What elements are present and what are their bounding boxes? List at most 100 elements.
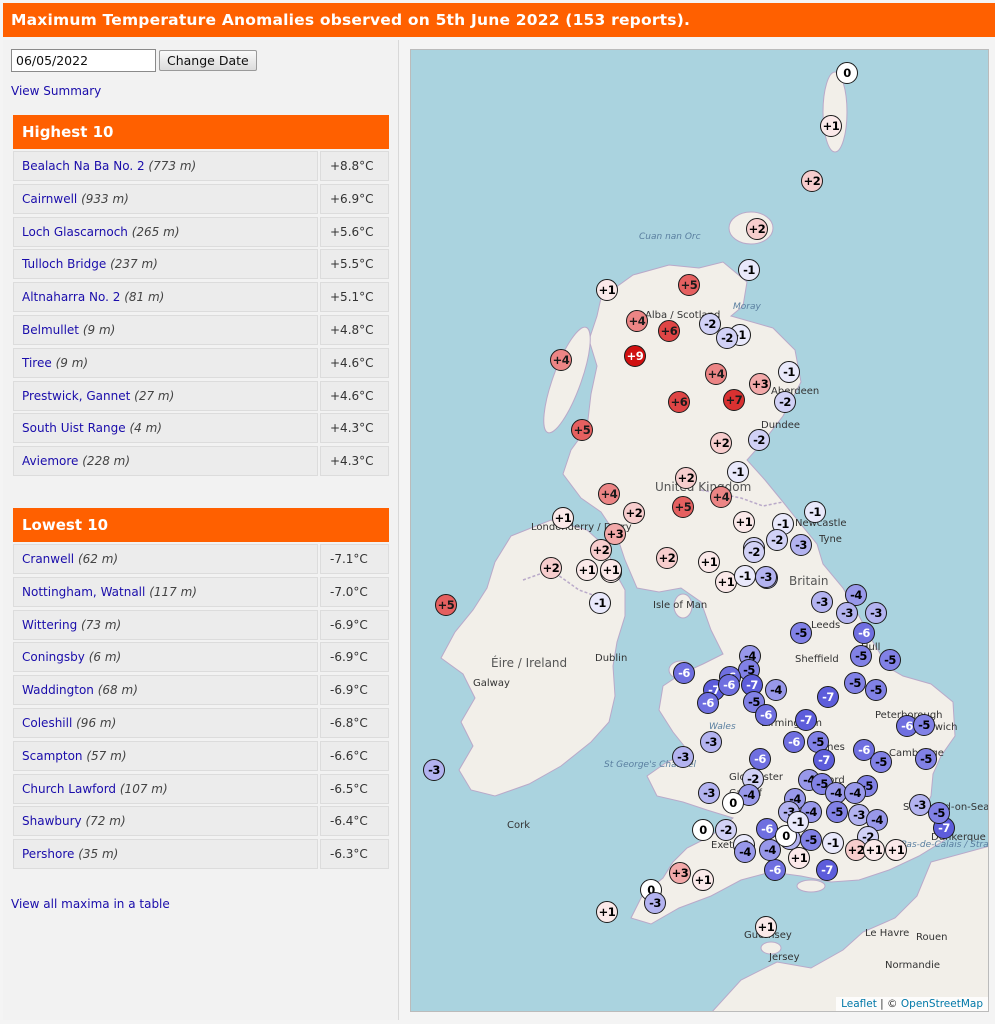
anomaly-marker[interactable]: -5 <box>800 829 822 851</box>
anomaly-marker[interactable]: -7 <box>795 709 817 731</box>
station-name[interactable]: Prestwick, Gannet <box>22 389 130 403</box>
station-name[interactable]: Coningsby <box>22 650 85 664</box>
station-name[interactable]: Belmullet <box>22 323 79 337</box>
anomaly-marker[interactable]: +3 <box>669 862 691 884</box>
station-name[interactable]: Altnaharra No. 2 <box>22 290 120 304</box>
anomaly-marker[interactable]: -5 <box>915 748 937 770</box>
station-name[interactable]: South Uist Range <box>22 421 126 435</box>
station-cell[interactable]: Cranwell (62 m) <box>13 544 318 574</box>
anomaly-marker[interactable]: +1 <box>596 279 618 301</box>
anomaly-marker[interactable]: +5 <box>678 274 700 296</box>
anomaly-marker[interactable]: +2 <box>710 432 732 454</box>
anomaly-marker[interactable]: +2 <box>746 218 768 240</box>
view-all-maxima-link[interactable]: View all maxima in a table <box>11 897 170 911</box>
station-name[interactable]: Scampton <box>22 749 83 763</box>
anomaly-marker[interactable]: -6 <box>783 731 805 753</box>
anomaly-marker[interactable]: -3 <box>811 591 833 613</box>
anomaly-marker[interactable]: +5 <box>435 594 457 616</box>
anomaly-marker[interactable]: -3 <box>865 602 887 624</box>
anomaly-marker[interactable]: -5 <box>826 801 848 823</box>
openstreetmap-link[interactable]: OpenStreetMap <box>901 998 983 1010</box>
station-cell[interactable]: Loch Glascarnoch (265 m) <box>13 216 318 247</box>
anomaly-marker[interactable]: -4 <box>765 679 787 701</box>
station-name[interactable]: Wittering <box>22 618 77 632</box>
anomaly-marker[interactable]: +4 <box>550 349 572 371</box>
anomaly-marker[interactable]: +1 <box>576 559 598 581</box>
anomaly-marker[interactable]: -4 <box>734 841 756 863</box>
anomaly-marker[interactable]: +1 <box>863 839 885 861</box>
anomaly-marker[interactable]: -7 <box>817 686 839 708</box>
station-cell[interactable]: Belmullet (9 m) <box>13 314 318 345</box>
station-name[interactable]: Bealach Na Ba No. 2 <box>22 159 145 173</box>
map[interactable]: Aberdeen Dundee United Kingdom Newcastle Tyn… <box>410 49 989 1012</box>
station-cell[interactable]: Altnaharra No. 2 (81 m) <box>13 282 318 313</box>
anomaly-marker[interactable]: -1 <box>822 832 844 854</box>
station-cell[interactable]: South Uist Range (4 m) <box>13 413 318 444</box>
anomaly-marker[interactable]: +1 <box>885 839 907 861</box>
station-cell[interactable]: Aviemore (228 m) <box>13 446 318 477</box>
station-name[interactable]: Tiree <box>22 356 52 370</box>
anomaly-marker[interactable]: -6 <box>853 622 875 644</box>
station-cell[interactable]: Wittering (73 m) <box>13 609 318 640</box>
station-cell[interactable]: Tulloch Bridge (237 m) <box>13 249 318 280</box>
anomaly-marker[interactable]: -3 <box>423 759 445 781</box>
anomaly-marker[interactable]: +1 <box>755 916 777 938</box>
station-name[interactable]: Shawbury <box>22 814 82 828</box>
station-cell[interactable]: Pershore (35 m) <box>13 839 318 870</box>
station-cell[interactable]: Cairnwell (933 m) <box>13 183 318 214</box>
anomaly-marker[interactable]: -3 <box>700 731 722 753</box>
anomaly-marker[interactable]: 0 <box>722 792 744 814</box>
change-date-button[interactable]: Change Date <box>159 50 257 71</box>
anomaly-marker[interactable]: -3 <box>836 602 858 624</box>
anomaly-marker[interactable]: +1 <box>698 551 720 573</box>
station-name[interactable]: Tulloch Bridge <box>22 257 106 271</box>
anomaly-marker[interactable]: -1 <box>787 811 809 833</box>
anomaly-marker[interactable]: +1 <box>596 901 618 923</box>
date-input[interactable] <box>11 49 156 72</box>
anomaly-marker[interactable]: +1 <box>733 511 755 533</box>
station-name[interactable]: Nottingham, Watnall <box>22 585 145 599</box>
station-cell[interactable]: Coningsby (6 m) <box>13 642 318 673</box>
anomaly-marker[interactable]: -1 <box>589 592 611 614</box>
anomaly-marker[interactable]: -2 <box>774 391 796 413</box>
anomaly-marker[interactable]: -5 <box>844 672 866 694</box>
anomaly-marker[interactable]: +1 <box>600 559 622 581</box>
anomaly-marker[interactable]: 0 <box>836 62 858 84</box>
station-name[interactable]: Cranwell <box>22 552 74 566</box>
station-name[interactable]: Coleshill <box>22 716 72 730</box>
station-cell[interactable]: Prestwick, Gannet (27 m) <box>13 380 318 411</box>
anomaly-marker[interactable]: +4 <box>710 486 732 508</box>
anomaly-marker[interactable]: +2 <box>675 467 697 489</box>
anomaly-marker[interactable]: -5 <box>928 802 950 824</box>
anomaly-marker[interactable]: -7 <box>816 859 838 881</box>
anomaly-marker[interactable]: -7 <box>813 749 835 771</box>
station-cell[interactable]: Coleshill (96 m) <box>13 707 318 738</box>
anomaly-marker[interactable]: -1 <box>738 259 760 281</box>
station-name[interactable]: Aviemore <box>22 454 78 468</box>
anomaly-marker[interactable]: +2 <box>590 539 612 561</box>
anomaly-marker[interactable]: +7 <box>723 389 745 411</box>
anomaly-marker[interactable]: -3 <box>755 566 777 588</box>
anomaly-marker[interactable]: -2 <box>748 429 770 451</box>
anomaly-marker[interactable]: -3 <box>698 782 720 804</box>
anomaly-marker[interactable]: +2 <box>656 547 678 569</box>
anomaly-marker[interactable]: +2 <box>623 502 645 524</box>
anomaly-marker[interactable]: +2 <box>540 557 562 579</box>
anomaly-marker[interactable]: -5 <box>913 714 935 736</box>
anomaly-marker[interactable]: -2 <box>766 529 788 551</box>
anomaly-marker[interactable]: -6 <box>749 748 771 770</box>
anomaly-marker[interactable]: -2 <box>715 819 737 841</box>
anomaly-marker[interactable]: -5 <box>790 622 812 644</box>
anomaly-marker[interactable]: 0 <box>692 819 714 841</box>
anomaly-marker[interactable]: -6 <box>673 662 695 684</box>
anomaly-marker[interactable]: -5 <box>879 649 901 671</box>
anomaly-marker[interactable]: -5 <box>870 751 892 773</box>
station-cell[interactable]: Tiree (9 m) <box>13 347 318 378</box>
station-cell[interactable]: Nottingham, Watnall (117 m) <box>13 576 318 607</box>
anomaly-marker[interactable]: +4 <box>705 363 727 385</box>
anomaly-marker[interactable]: -3 <box>644 892 666 914</box>
anomaly-marker[interactable]: +5 <box>571 419 593 441</box>
anomaly-marker[interactable]: -3 <box>790 534 812 556</box>
anomaly-marker[interactable]: +1 <box>552 507 574 529</box>
anomaly-marker[interactable]: -1 <box>778 361 800 383</box>
